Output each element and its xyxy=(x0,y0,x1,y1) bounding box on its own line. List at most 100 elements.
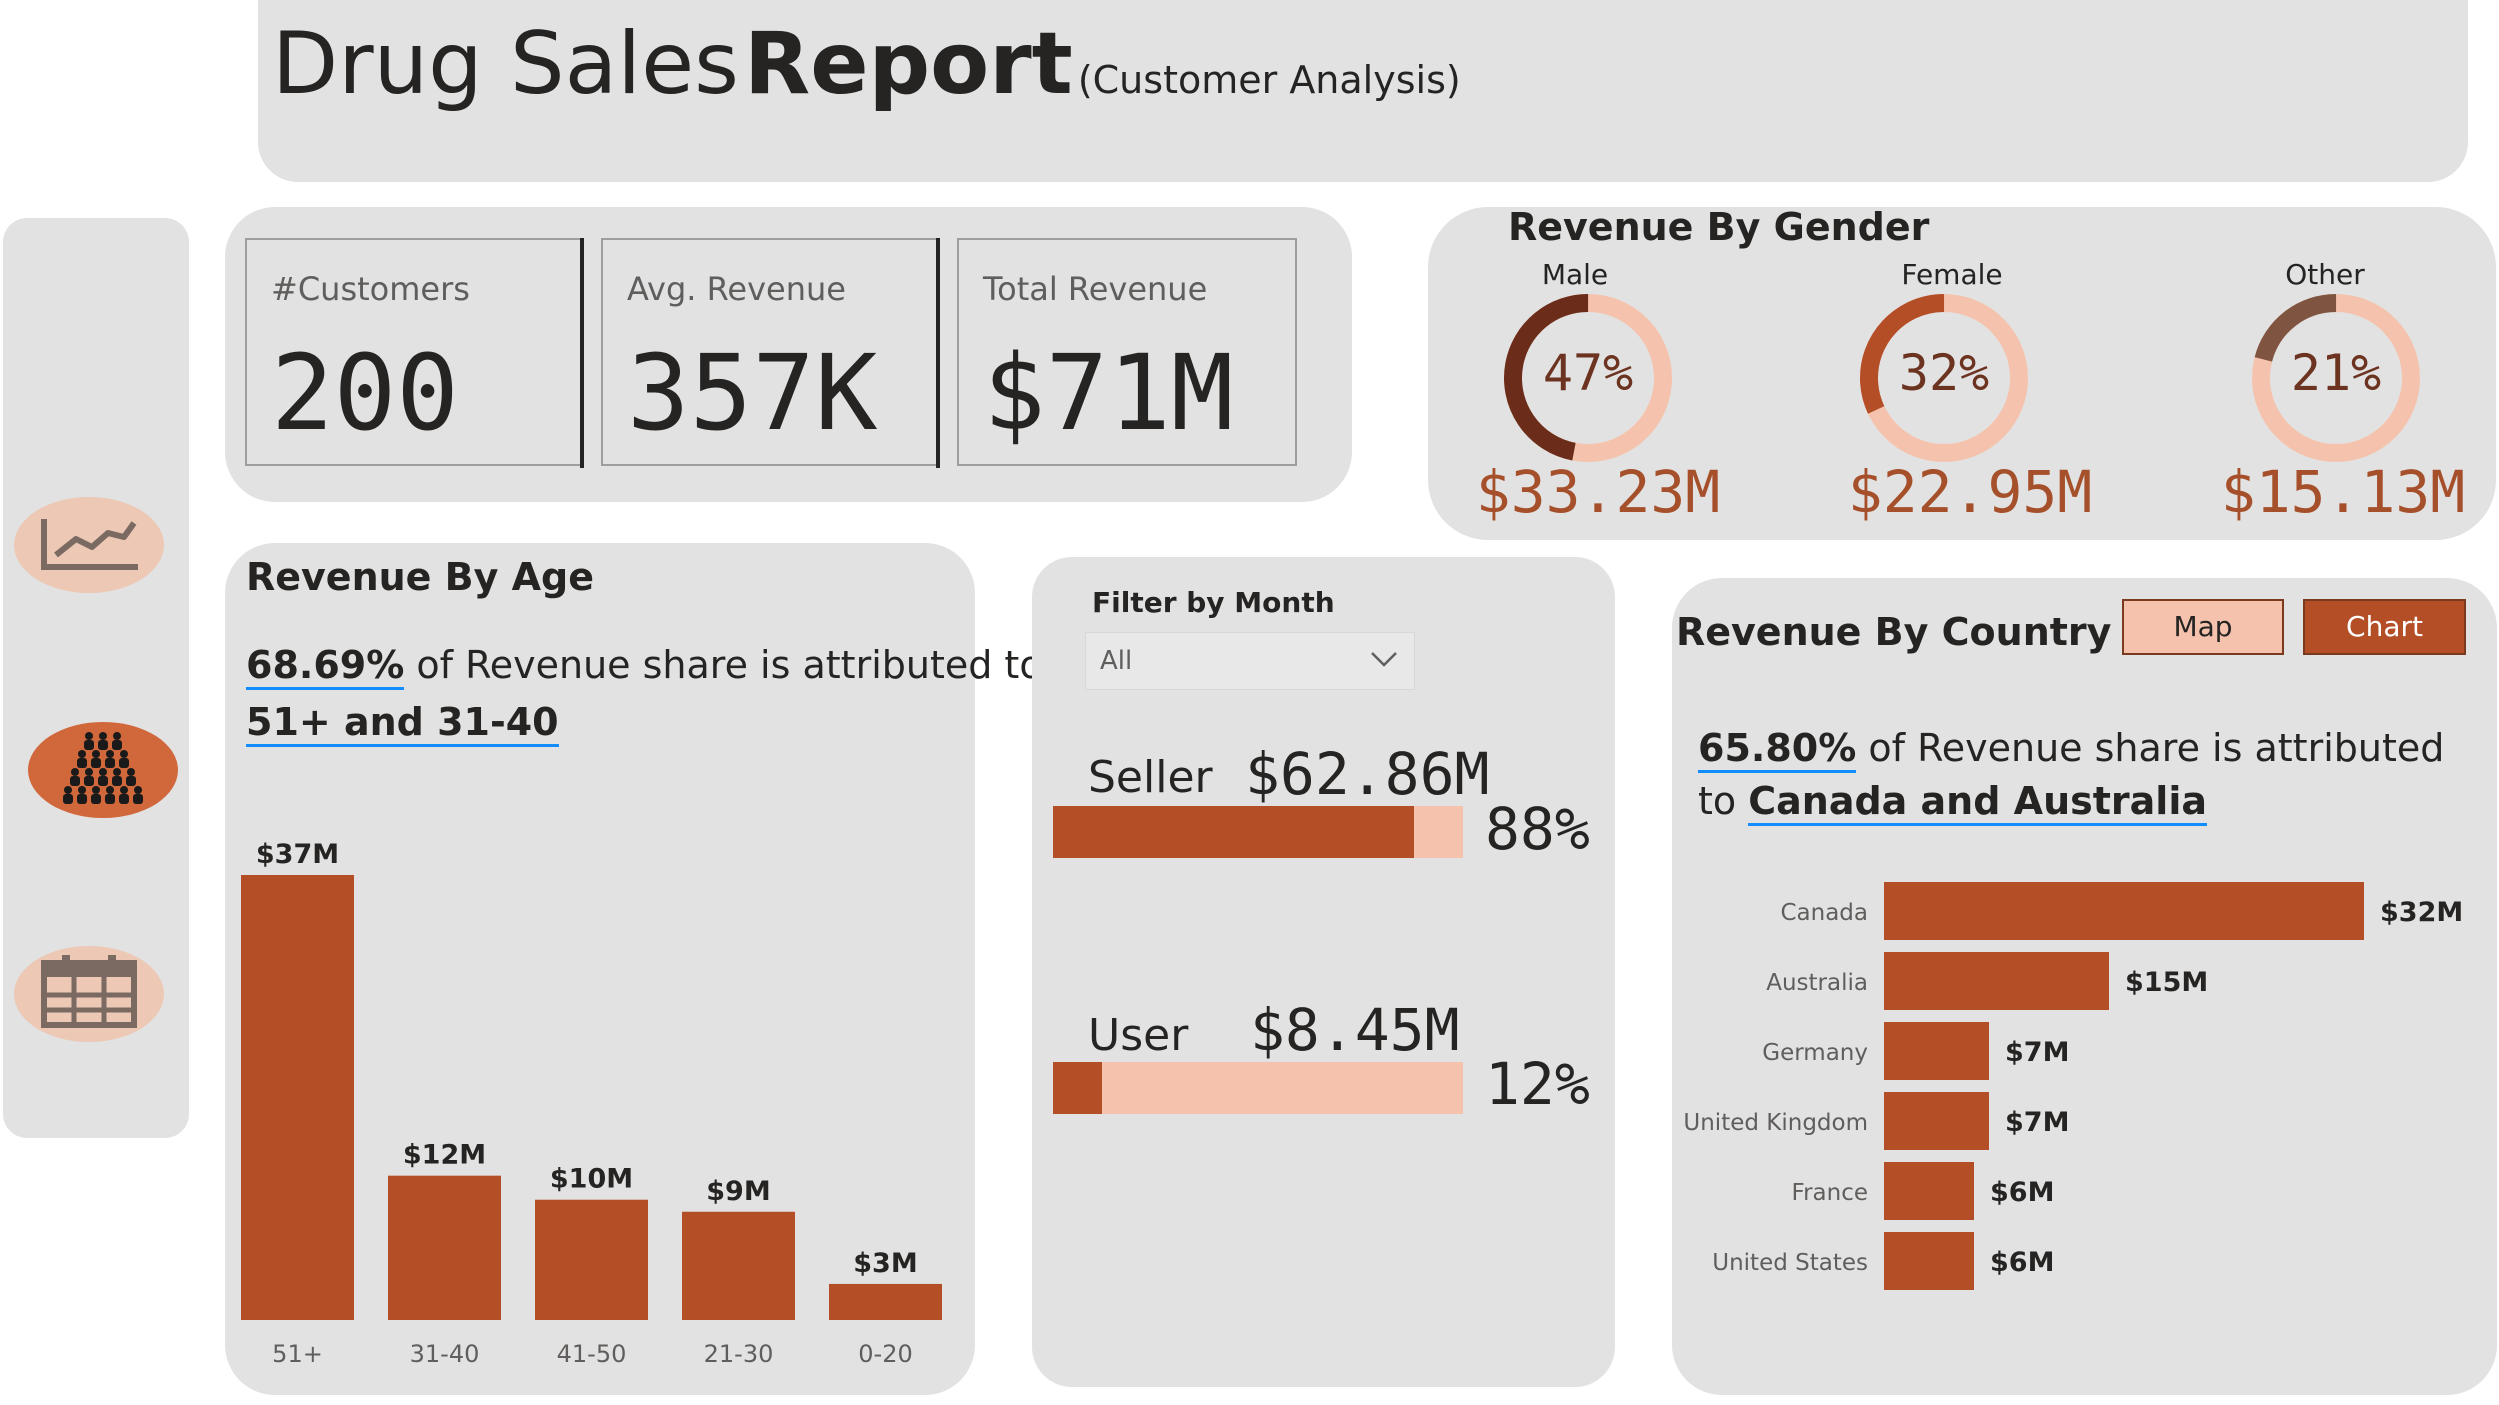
nav-calendar-button[interactable] xyxy=(14,946,164,1042)
country-data-label: $7M xyxy=(2005,1037,2069,1068)
person-body xyxy=(105,758,115,768)
country-insight-groups: Canada and Australia xyxy=(1748,779,2207,826)
person-body xyxy=(112,740,122,750)
kpi-customers-card: #Customers 200 xyxy=(245,238,583,466)
customers-icon xyxy=(55,728,151,812)
age-tick-label: 31-40 xyxy=(410,1340,480,1368)
country-bar xyxy=(1884,882,2364,940)
seller-value: $62.86M xyxy=(1245,740,1490,808)
country-data-label: $6M xyxy=(1990,1177,2054,1208)
seller-bar-track xyxy=(1053,806,1463,858)
person-head xyxy=(99,732,107,740)
title-light: Drug Sales xyxy=(272,14,739,114)
gender-label-male: Male xyxy=(1541,258,1609,291)
user-value: $8.45M xyxy=(1250,996,1460,1064)
kpi-label: Avg. Revenue xyxy=(627,270,846,308)
age-tick-label: 41-50 xyxy=(557,1340,627,1368)
country-insight-to: to xyxy=(1698,779,1749,823)
person-body xyxy=(91,794,101,804)
gender-value-other: $15.13M xyxy=(2220,458,2466,526)
person-head xyxy=(78,786,86,794)
person-head xyxy=(92,786,100,794)
person-body xyxy=(63,794,73,804)
country-data-label: $7M xyxy=(2005,1107,2069,1138)
person-head xyxy=(85,768,93,776)
age-title: Revenue By Age xyxy=(246,555,595,599)
person-body xyxy=(126,776,136,786)
person-head xyxy=(120,786,128,794)
country-tick-label: Canada xyxy=(1780,900,1868,926)
age-insight-line2: 51+ and 31-40 xyxy=(246,700,559,747)
age-insight-text: of Revenue share is attributed to xyxy=(404,643,1043,687)
country-insight-line2: to Canada and Australia xyxy=(1698,779,2207,826)
kpi-value: 357K xyxy=(627,332,878,454)
age-data-label: $10M xyxy=(550,1164,633,1195)
country-bar xyxy=(1884,1022,1989,1080)
kpi-divider xyxy=(580,238,584,468)
kpi-value: $71M xyxy=(983,332,1234,454)
country-insight-pct: 65.80% xyxy=(1698,726,1857,773)
age-insight-pct: 68.69% xyxy=(246,643,405,690)
person-head xyxy=(71,768,79,776)
person-head xyxy=(99,768,107,776)
age-tick-label: 0-20 xyxy=(858,1340,912,1368)
person-body xyxy=(84,776,94,786)
person-body xyxy=(133,794,143,804)
kpi-divider xyxy=(936,238,940,468)
country-tick-label: France xyxy=(1792,1180,1868,1206)
gender-pct-male: 47% xyxy=(1542,344,1634,402)
age-insight-groups: 51+ and 31-40 xyxy=(246,700,559,747)
gender-pct-female: 32% xyxy=(1898,344,1990,402)
kpi-label: #Customers xyxy=(271,270,470,308)
age-tick-label: 51+ xyxy=(272,1340,323,1368)
person-head xyxy=(127,768,135,776)
person-head xyxy=(134,786,142,794)
country-tick-label: Germany xyxy=(1762,1040,1868,1066)
filter-selected-value: All xyxy=(1100,646,1133,676)
kpi-avg-revenue-card: Avg. Revenue 357K xyxy=(601,238,939,466)
person-body xyxy=(119,758,129,768)
map-toggle-button[interactable]: Map xyxy=(2122,599,2284,655)
seller-bar-fill xyxy=(1053,806,1414,858)
nav-customers-button[interactable] xyxy=(28,722,178,818)
country-tick-label: Australia xyxy=(1766,970,1868,996)
filter-label: Filter by Month xyxy=(1092,586,1335,619)
age-data-label: $9M xyxy=(706,1176,770,1207)
country-bar-chart: Canada $32M Australia $15M Germany $7M United … xyxy=(1683,882,2463,1290)
country-bar xyxy=(1884,1232,1974,1290)
gender-pct-other: 21% xyxy=(2290,344,2382,402)
chart-toggle-button[interactable]: Chart xyxy=(2303,599,2466,655)
age-bar xyxy=(829,1283,942,1320)
title-bold: Report xyxy=(744,14,1073,114)
gender-label-female: Female xyxy=(1901,258,2003,291)
country-data-label: $6M xyxy=(1990,1247,2054,1278)
page-title: Drug Sales Report (Customer Analysis) xyxy=(272,14,1461,114)
person-body xyxy=(84,740,94,750)
age-bar-chart: $37M 51+ $12M 31-40 $10M 41-50 $9M 21-30 $3M 0-20 xyxy=(241,839,942,1368)
gender-value-female: $22.95M xyxy=(1847,458,2093,526)
person-body xyxy=(77,794,87,804)
line-chart-icon xyxy=(34,511,144,579)
person-head xyxy=(64,786,72,794)
country-bar xyxy=(1884,952,2109,1010)
person-head xyxy=(106,750,114,758)
kpi-value: 200 xyxy=(271,332,459,454)
age-data-label: $12M xyxy=(403,1140,486,1171)
person-body xyxy=(91,758,101,768)
person-body xyxy=(119,794,129,804)
age-bar xyxy=(535,1199,648,1320)
person-head xyxy=(113,732,121,740)
user-percent: 12% xyxy=(1485,1050,1590,1118)
person-head xyxy=(85,732,93,740)
age-data-label: $3M xyxy=(853,1248,917,1279)
country-tick-label: United Kingdom xyxy=(1683,1110,1868,1136)
nav-trend-button[interactable] xyxy=(14,497,164,593)
month-filter-dropdown[interactable]: All xyxy=(1085,632,1415,690)
age-insight-line1: 68.69% of Revenue share is attributed to xyxy=(246,643,1043,690)
country-insight-text: of Revenue share is attributed xyxy=(1856,726,2445,770)
gender-label-other: Other xyxy=(2285,258,2365,291)
age-data-label: $37M xyxy=(256,839,339,870)
user-bar-track xyxy=(1053,1062,1463,1114)
calendar-icon xyxy=(34,953,144,1035)
country-bar xyxy=(1884,1092,1989,1150)
